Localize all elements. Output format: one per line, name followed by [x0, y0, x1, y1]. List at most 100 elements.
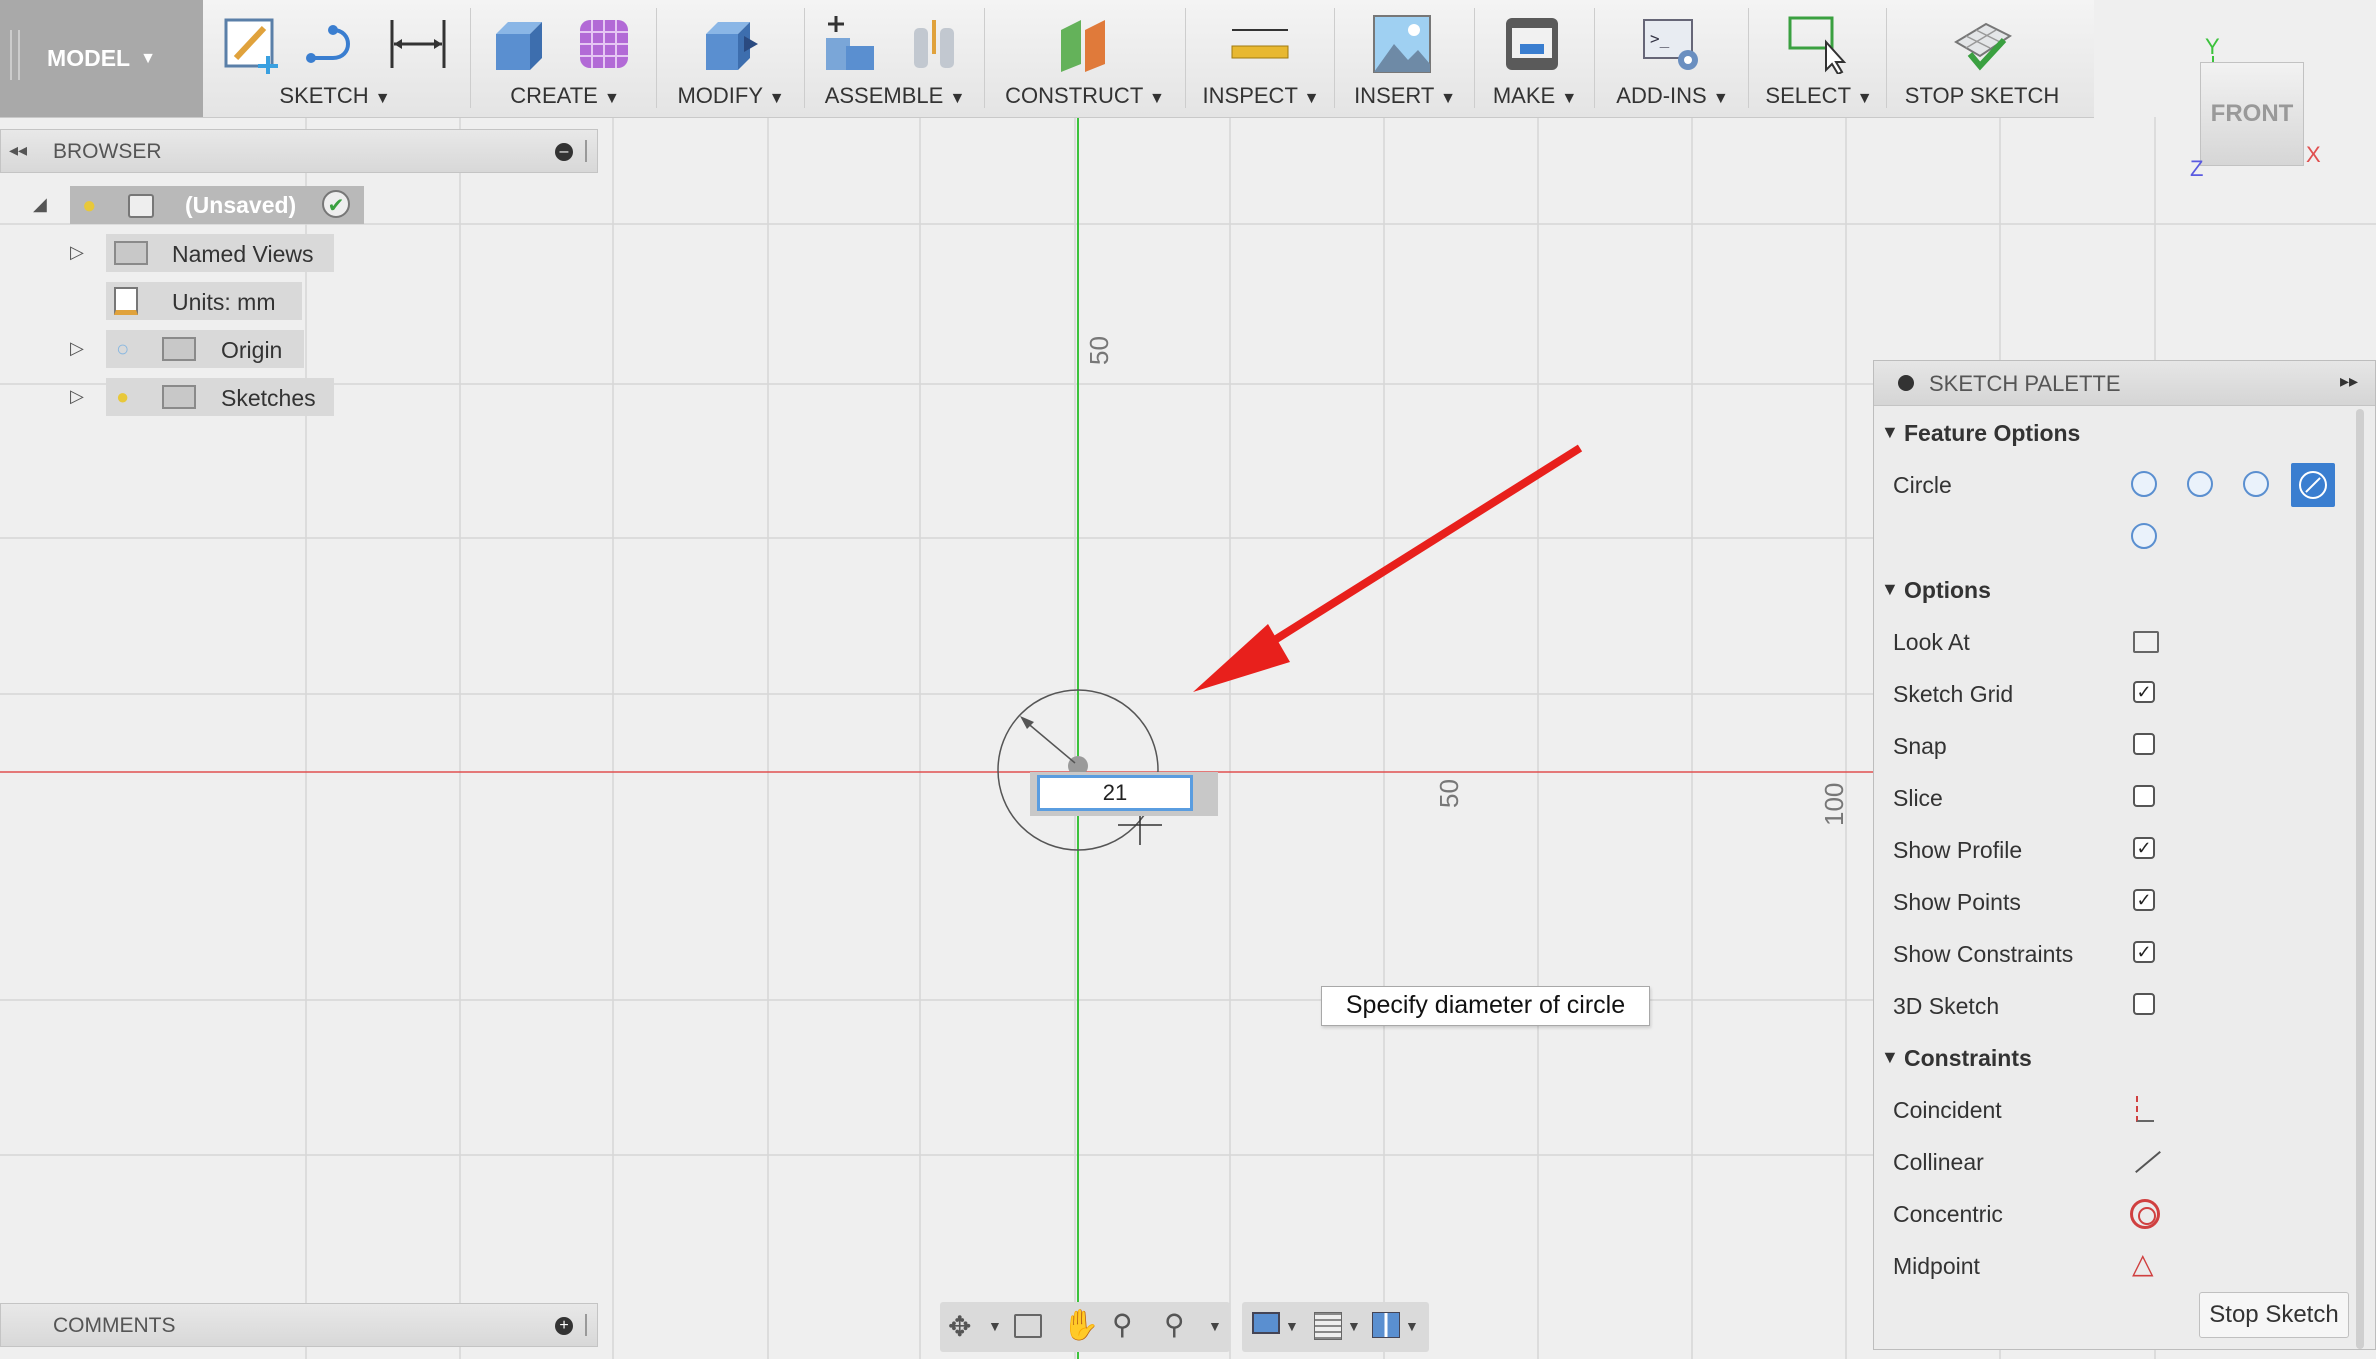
plus-circle-icon[interactable]: + [555, 1317, 573, 1335]
orbit-icon[interactable]: ✥ [948, 1310, 971, 1343]
circle-center-diameter-icon[interactable] [2131, 471, 2157, 497]
tree-item-origin[interactable]: ○ Origin [106, 330, 304, 368]
show-points-checkbox[interactable]: ✓ [2133, 889, 2155, 911]
dimension-tool-icon[interactable] [388, 14, 448, 74]
toolbar-group-label: STOP SKETCH [1904, 83, 2060, 108]
section-triangle-icon[interactable]: ▼ [1881, 579, 1899, 600]
browser-panel: ◂◂ BROWSER – [0, 129, 598, 173]
show-constraints-checkbox[interactable]: ✓ [2133, 941, 2155, 963]
comments-panel: COMMENTS + [0, 1303, 598, 1347]
view-cube-face-front[interactable]: FRONT [2200, 62, 2304, 166]
stop-sketch-button[interactable]: Stop Sketch [2199, 1292, 2349, 1338]
lightbulb-icon[interactable]: ● [116, 384, 129, 410]
circle-3-point-icon[interactable] [2243, 471, 2269, 497]
measure-icon[interactable] [1230, 14, 1290, 74]
component-icon [128, 194, 154, 218]
stop-sketch-icon[interactable] [1952, 14, 2012, 74]
look-at-icon[interactable] [1014, 1314, 1042, 1338]
snap-checkbox[interactable] [2133, 733, 2155, 755]
zoom-icon[interactable]: ⚲ [1112, 1308, 1133, 1341]
3d-sketch-checkbox[interactable] [2133, 993, 2155, 1015]
grid-settings-icon[interactable] [1314, 1312, 1342, 1340]
tree-item-sketches[interactable]: ● Sketches [106, 378, 334, 416]
panel-grip-icon[interactable] [585, 140, 590, 162]
offset-plane-icon[interactable] [1055, 14, 1115, 74]
create-sketch-icon[interactable] [222, 14, 282, 74]
diameter-input[interactable]: 21 [1037, 775, 1193, 811]
collapse-panel-icon[interactable]: ◂◂ [9, 140, 27, 161]
sketch-grid-checkbox[interactable]: ✓ [2133, 681, 2155, 703]
tree-item-label: Units: mm [172, 289, 276, 315]
toolbar-group-sketch[interactable]: SKETCH ▼ [210, 0, 460, 117]
toolbar-group-assemble[interactable]: ASSEMBLE ▼ [810, 0, 980, 117]
toolbar-group-create[interactable]: CREATE ▼ [480, 0, 650, 117]
look-at-icon[interactable] [2133, 631, 2159, 653]
palette-scrollbar[interactable] [2356, 409, 2364, 1349]
toolbar-group-make[interactable]: MAKE ▼ [1480, 0, 1590, 117]
toolbar-group-insert[interactable]: INSERT ▼ [1340, 0, 1470, 117]
extrude-icon[interactable] [490, 14, 550, 74]
toolbar-group-label: CREATE [510, 83, 598, 108]
coincident-icon[interactable] [2136, 1096, 2154, 1122]
zoom-window-icon[interactable]: ⚲ [1164, 1308, 1185, 1341]
toolbar-group-add-ins[interactable]: >_ ADD-INS ▼ [1600, 0, 1745, 117]
chevron-down-icon[interactable]: ▼ [1208, 1318, 1222, 1334]
section-constraints[interactable]: Constraints [1904, 1045, 2032, 1072]
display-settings-icon[interactable] [1252, 1312, 1280, 1334]
3d-print-icon[interactable] [1502, 14, 1562, 74]
toolbar-group-label: INSERT [1354, 83, 1434, 108]
section-triangle-icon[interactable]: ▼ [1881, 1047, 1899, 1068]
scripts-addins-icon[interactable]: >_ [1642, 14, 1702, 74]
minus-circle-icon[interactable]: – [555, 143, 573, 161]
chevron-down-icon[interactable]: ▼ [1405, 1318, 1419, 1334]
press-pull-icon[interactable] [700, 14, 760, 74]
show-profile-checkbox[interactable]: ✓ [2133, 837, 2155, 859]
tree-item-units[interactable]: Units: mm [106, 282, 302, 320]
toolbar-group-construct[interactable]: CONSTRUCT ▼ [990, 0, 1180, 117]
chevron-down-icon[interactable]: ▼ [988, 1318, 1002, 1334]
diameter-leader [1024, 720, 1076, 764]
lightbulb-icon[interactable]: ○ [116, 336, 129, 362]
section-triangle-icon[interactable]: ▼ [1881, 422, 1899, 443]
circle-diameter-selected-icon[interactable] [2291, 463, 2335, 507]
toolbar-stop-sketch[interactable]: STOP SKETCH [1892, 0, 2072, 117]
circle-tangent-icon[interactable] [2131, 523, 2157, 549]
ruler-label-x100: 100 [1819, 783, 1849, 826]
line-tool-icon[interactable] [305, 14, 365, 74]
panel-grip-icon[interactable] [585, 1314, 590, 1336]
folder-icon [162, 337, 196, 361]
expand-triangle-icon[interactable]: ▷ [70, 242, 84, 263]
chevron-down-icon[interactable]: ▼ [1347, 1318, 1361, 1334]
toolbar-group-inspect[interactable]: INSPECT ▼ [1190, 0, 1332, 117]
select-icon[interactable] [1788, 14, 1848, 74]
viewports-icon[interactable] [1372, 1312, 1400, 1338]
form-icon[interactable] [576, 14, 636, 74]
toolbar-separator [1594, 8, 1595, 108]
lightbulb-icon[interactable]: ● [82, 192, 97, 220]
tree-item-named-views[interactable]: Named Views [106, 234, 334, 272]
insert-image-icon[interactable] [1372, 14, 1432, 74]
chevron-down-icon: ▼ [1303, 90, 1320, 107]
collapse-triangle-icon[interactable]: ◢ [33, 194, 47, 215]
midpoint-icon[interactable]: △ [2132, 1250, 2154, 1278]
circle-2-point-icon[interactable] [2187, 471, 2213, 497]
toolbar-group-modify[interactable]: MODIFY ▼ [662, 0, 800, 117]
expand-triangle-icon[interactable]: ▷ [70, 386, 84, 407]
new-component-icon[interactable] [820, 14, 880, 74]
expand-triangle-icon[interactable]: ▷ [70, 338, 84, 359]
pan-icon[interactable]: ✋ [1062, 1308, 1099, 1343]
tree-root[interactable]: ● (Unsaved) ✔ [70, 186, 364, 224]
section-feature-options[interactable]: Feature Options [1904, 420, 2080, 447]
toolbar-group-label: MAKE [1492, 83, 1556, 108]
section-options[interactable]: Options [1904, 577, 1991, 604]
minus-circle-icon[interactable] [1898, 375, 1914, 391]
chevron-down-icon: ▼ [768, 90, 785, 107]
joint-icon[interactable] [906, 14, 966, 74]
chevron-down-icon[interactable]: ▼ [1285, 1318, 1299, 1334]
expand-panel-icon[interactable]: ▸▸ [2340, 371, 2358, 392]
concentric-icon[interactable] [2130, 1199, 2160, 1229]
annotation-arrow [1259, 444, 1583, 652]
toolbar-group-label: SELECT [1765, 83, 1851, 108]
slice-checkbox[interactable] [2133, 785, 2155, 807]
toolbar-group-select[interactable]: SELECT ▼ [1754, 0, 1884, 117]
